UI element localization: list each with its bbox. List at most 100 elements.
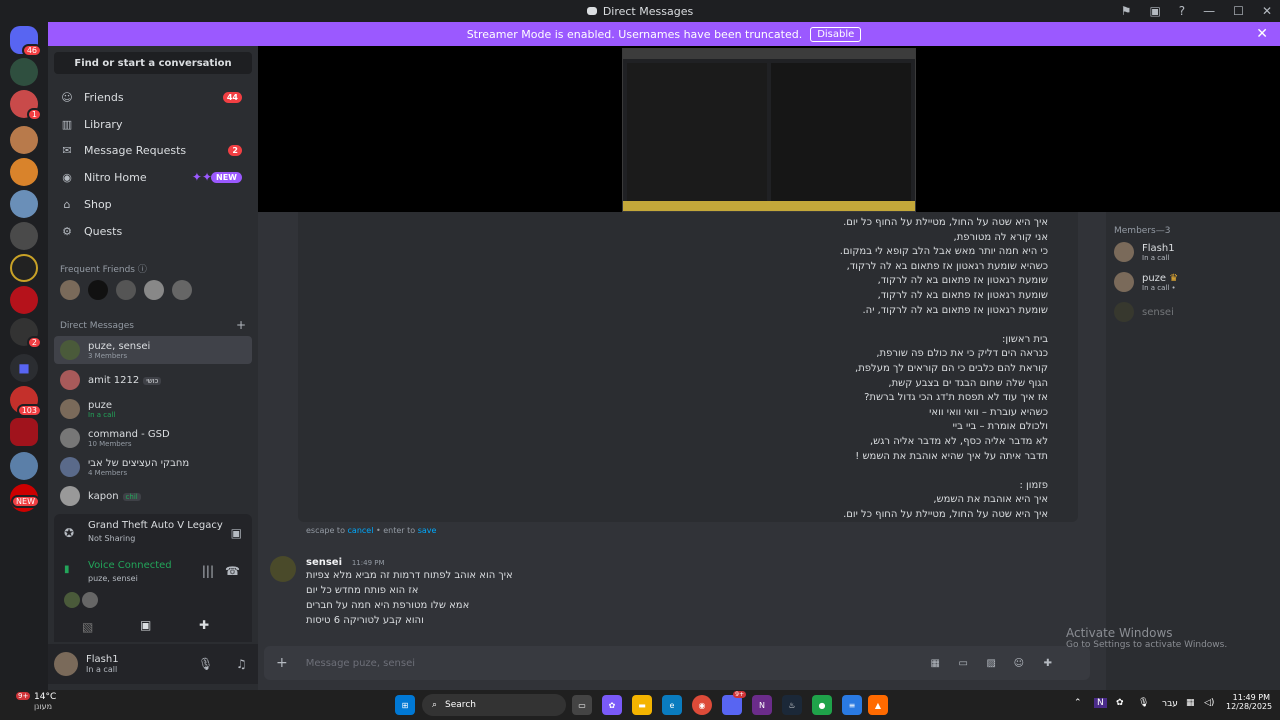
- inbox-icon[interactable]: ⚑: [1121, 4, 1132, 18]
- maximize-button[interactable]: ☐: [1233, 4, 1244, 18]
- nav-friends[interactable]: ☺ Friends 44: [48, 84, 258, 110]
- window-title: Direct Messages: [602, 4, 694, 18]
- server-icon[interactable]: 2: [10, 318, 42, 349]
- lyric-line: שומעת רגאטון אז פתאום בא לה לרקוד,: [877, 275, 1048, 287]
- nav-quests[interactable]: ⚙ Quests: [48, 218, 258, 244]
- member-item[interactable]: Flash1 In a call: [1114, 242, 1175, 262]
- next-app-icon[interactable]: N: [752, 695, 772, 715]
- stream-view[interactable]: [258, 46, 1280, 212]
- minimize-button[interactable]: —: [1203, 4, 1215, 18]
- taskbar-search[interactable]: ⌕ Search: [422, 694, 566, 716]
- server-icon[interactable]: [10, 452, 38, 480]
- clock[interactable]: 11:49 PM 12/28/2025: [1226, 693, 1272, 711]
- frequent-friends-row: [60, 280, 192, 300]
- nav-nitro-home[interactable]: ◉ Nitro Home ✦✦ NEW: [48, 164, 258, 190]
- sticker-icon[interactable]: ▨: [987, 658, 996, 669]
- save-link[interactable]: save: [418, 526, 437, 535]
- avatar[interactable]: [82, 592, 98, 608]
- avatar[interactable]: [64, 592, 80, 608]
- server-icon[interactable]: [10, 286, 38, 314]
- monitor-icon[interactable]: ▣: [1149, 4, 1160, 18]
- emoji-icon[interactable]: ☺: [1014, 658, 1024, 669]
- share-screen-icon[interactable]: ▣: [231, 526, 242, 540]
- app-icon[interactable]: ●: [812, 695, 832, 715]
- dm-item[interactable]: puze, sensei 3 Members: [54, 336, 252, 364]
- avatar[interactable]: [60, 280, 80, 300]
- video-icon[interactable]: ▧: [82, 620, 93, 634]
- start-icon[interactable]: ⊞: [395, 695, 415, 715]
- language-indicator[interactable]: עבר: [1162, 699, 1178, 709]
- mic-icon[interactable]: 🎙︎: [198, 657, 213, 671]
- gift-icon[interactable]: ▦: [931, 658, 940, 669]
- dm-item[interactable]: מחבקי העציצים של אבי 4 Members: [54, 453, 252, 481]
- server-icon[interactable]: [10, 158, 38, 186]
- server-icon[interactable]: 1: [10, 90, 42, 121]
- app-icon[interactable]: ▲: [868, 695, 888, 715]
- dm-item[interactable]: command - GSD 10 Members: [54, 424, 252, 452]
- author-avatar[interactable]: [270, 556, 296, 582]
- server-icon[interactable]: [10, 190, 38, 218]
- add-attachment-icon[interactable]: +: [276, 655, 288, 671]
- volume-icon[interactable]: ◁): [1204, 698, 1214, 708]
- server-icon[interactable]: [10, 58, 38, 86]
- avatar[interactable]: [88, 280, 108, 300]
- dm-item[interactable]: kapon chil: [54, 482, 252, 510]
- message-edit-box[interactable]: איך היא שטה על החול, מטיילת על החוף כל י…: [298, 212, 1078, 522]
- edge-icon[interactable]: e: [662, 695, 682, 715]
- avatar[interactable]: [116, 280, 136, 300]
- copilot-icon[interactable]: ✿: [602, 695, 622, 715]
- server-icon[interactable]: [10, 126, 38, 154]
- file-explorer-icon[interactable]: ▬: [632, 695, 652, 715]
- network-icon[interactable]: ▦: [1186, 698, 1195, 708]
- search-conversation-button[interactable]: Find or start a conversation: [54, 52, 252, 74]
- headphones-icon[interactable]: ♫: [236, 657, 247, 671]
- folder-icon[interactable]: ■: [10, 354, 38, 382]
- disconnect-icon[interactable]: ☎: [225, 564, 240, 578]
- mic-tray-icon[interactable]: 🎙︎: [1138, 698, 1149, 708]
- dm-item[interactable]: amit 1212 כושי: [54, 366, 252, 394]
- help-icon[interactable]: ?: [1179, 4, 1185, 18]
- cancel-link[interactable]: cancel: [348, 526, 374, 535]
- chevron-up-icon[interactable]: ⌃: [1074, 698, 1082, 708]
- group-avatar: [60, 428, 80, 448]
- weather-widget[interactable]: 9+ 14°C מעונן: [10, 692, 56, 711]
- disable-button[interactable]: Disable: [810, 26, 862, 42]
- nav-message-requests[interactable]: ✉ Message Requests 2: [48, 137, 258, 163]
- close-banner-icon[interactable]: ✕: [1256, 26, 1268, 42]
- avatar[interactable]: [144, 280, 164, 300]
- voice-channel[interactable]: puze, sensei: [88, 574, 138, 583]
- chrome-icon[interactable]: ◉: [692, 695, 712, 715]
- avatar[interactable]: [172, 280, 192, 300]
- message-input[interactable]: Message puze, sensei: [306, 658, 415, 669]
- user-name[interactable]: Flash1: [86, 654, 119, 665]
- member-item[interactable]: sensei: [1114, 302, 1174, 322]
- apps-icon[interactable]: ✚: [1044, 658, 1052, 669]
- server-icon[interactable]: 103: [10, 386, 42, 417]
- server-icon[interactable]: [10, 222, 38, 250]
- discord-icon[interactable]: 9+: [722, 691, 746, 715]
- notepad-icon[interactable]: ≡: [842, 695, 862, 715]
- create-dm-icon[interactable]: +: [236, 318, 246, 332]
- voice-status[interactable]: Voice Connected: [88, 560, 172, 571]
- tray-app-icon[interactable]: N: [1094, 698, 1107, 708]
- server-icon[interactable]: [10, 254, 38, 282]
- task-view-icon[interactable]: ▭: [572, 695, 592, 715]
- tray-app-icon[interactable]: ✿: [1116, 698, 1124, 708]
- dm-item[interactable]: puze In a call: [54, 395, 252, 423]
- nav-shop[interactable]: ⌂ Shop: [48, 191, 258, 217]
- activities-icon[interactable]: ✚: [199, 618, 209, 632]
- home-button[interactable]: 46: [10, 26, 42, 57]
- user-avatar[interactable]: [54, 652, 78, 676]
- stream-thumbnail[interactable]: [622, 48, 916, 212]
- message-author[interactable]: sensei: [306, 557, 342, 568]
- noise-suppression-icon[interactable]: |||: [202, 564, 214, 578]
- screen-share-icon[interactable]: ▣: [140, 618, 151, 632]
- close-window-button[interactable]: ✕: [1262, 4, 1272, 18]
- server-icon[interactable]: [10, 418, 38, 446]
- member-item[interactable]: puze ♛ In a call •: [1114, 272, 1178, 292]
- gif-icon[interactable]: ▭: [959, 658, 968, 669]
- steam-icon[interactable]: ♨: [782, 695, 802, 715]
- nav-library[interactable]: ▥ Library: [48, 111, 258, 137]
- edited-message-text[interactable]: איך היא שטה על החול, מטיילת על החוף כל י…: [548, 216, 1048, 522]
- server-icon[interactable]: NEW: [10, 484, 40, 512]
